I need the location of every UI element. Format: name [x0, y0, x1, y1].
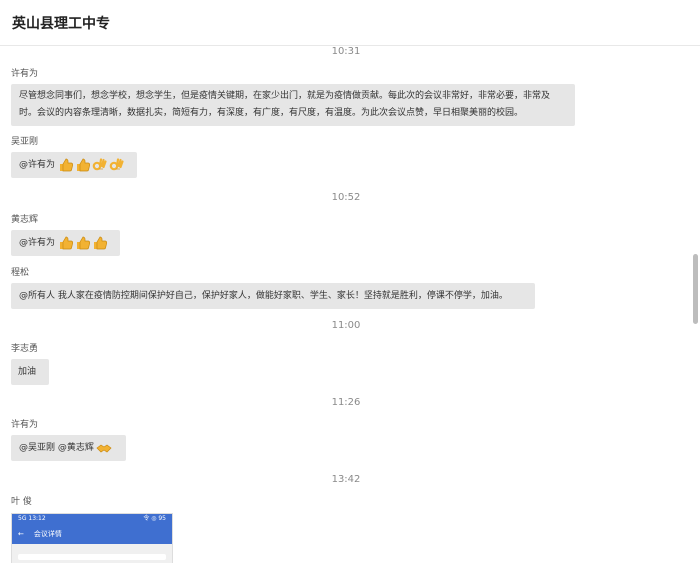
- thumbnail-status-left: 5G 13:12: [18, 515, 46, 522]
- sender-name: 叶 俊: [11, 497, 32, 507]
- thumbnail-status-bar: 5G 13:12 令 ◎ 95: [12, 514, 172, 524]
- thumbs-up-icon: [91, 235, 108, 251]
- thumbs-up-icon: [57, 235, 74, 251]
- message-bubble[interactable]: 加油: [11, 359, 49, 385]
- timestamp: 10:52: [331, 192, 361, 203]
- sender-name: 程松: [11, 268, 30, 278]
- scrollbar-thumb[interactable]: [693, 254, 698, 324]
- message-text: 加油: [18, 366, 37, 377]
- message-bubble[interactable]: 尽管想念同事们，想念学校，想念学生，但是疫情关键期，在家少出门，就是为疫情做贡献…: [11, 84, 575, 126]
- thumbs-up-icon: [74, 235, 91, 251]
- scrollbar[interactable]: [692, 46, 700, 563]
- message-bubble[interactable]: @许有为: [11, 230, 120, 256]
- message-text: @所有人 我人家在疫情防控期间保护好自己，保护好家人，做能好家职、学生、家长！坚…: [19, 290, 508, 301]
- sender-name: 吴亚刚: [11, 137, 39, 147]
- sender-name: 李志勇: [11, 344, 39, 354]
- ok-hand-icon: [108, 157, 124, 173]
- message-text: @吴亚刚 @黄志辉: [19, 442, 94, 453]
- arrow-left-icon: ←: [18, 530, 24, 538]
- app-window: 英山县理工中专 10:31 许有为 尽管想念同事们，想念学校，想念学生，但是疫情…: [0, 0, 700, 563]
- ok-hand-icon: [91, 157, 107, 173]
- message-bubble[interactable]: @许有为: [11, 152, 137, 178]
- timestamp: 11:26: [331, 397, 361, 408]
- sender-name: 黄志辉: [11, 215, 39, 225]
- emoji-row: [57, 235, 108, 251]
- timestamp: 13:42: [331, 474, 361, 485]
- timestamp: 11:00: [331, 320, 361, 331]
- thumbnail-title-bar: ← 会议详情: [12, 524, 172, 544]
- handshake-icon: [96, 440, 112, 456]
- message-bubble[interactable]: @所有人 我人家在疫情防控期间保护好自己，保护好家人，做能好家职、学生、家长！坚…: [11, 283, 535, 309]
- thumbs-up-icon: [74, 157, 91, 173]
- sender-name: 许有为: [11, 420, 39, 430]
- thumbnail-status-right: 令 ◎ 95: [143, 515, 166, 522]
- image-message-thumbnail[interactable]: 5G 13:12 令 ◎ 95 ← 会议详情: [11, 513, 173, 563]
- message-text: 尽管想念同事们，想念学校，想念学生，但是疫情关键期，在家少出门，就是为疫情做贡献…: [19, 91, 551, 118]
- message-bubble[interactable]: @吴亚刚 @黄志辉: [11, 435, 126, 461]
- emoji-row: [57, 157, 124, 173]
- emoji-row: [96, 440, 112, 456]
- thumbs-up-icon: [57, 157, 74, 173]
- timestamp: 10:31: [331, 46, 361, 57]
- thumbnail-body: [12, 544, 172, 563]
- chat-header: 英山县理工中专: [0, 0, 700, 46]
- thumbnail-title: 会议详情: [33, 530, 62, 538]
- sender-name: 许有为: [11, 69, 39, 79]
- message-text: @许有为: [19, 159, 56, 170]
- chat-title: 英山县理工中专: [12, 15, 110, 32]
- message-list[interactable]: 10:31 许有为 尽管想念同事们，想念学校，想念学生，但是疫情关键期，在家少出…: [0, 46, 692, 563]
- message-text: @许有为: [19, 237, 56, 248]
- thumbnail-line: [18, 554, 166, 560]
